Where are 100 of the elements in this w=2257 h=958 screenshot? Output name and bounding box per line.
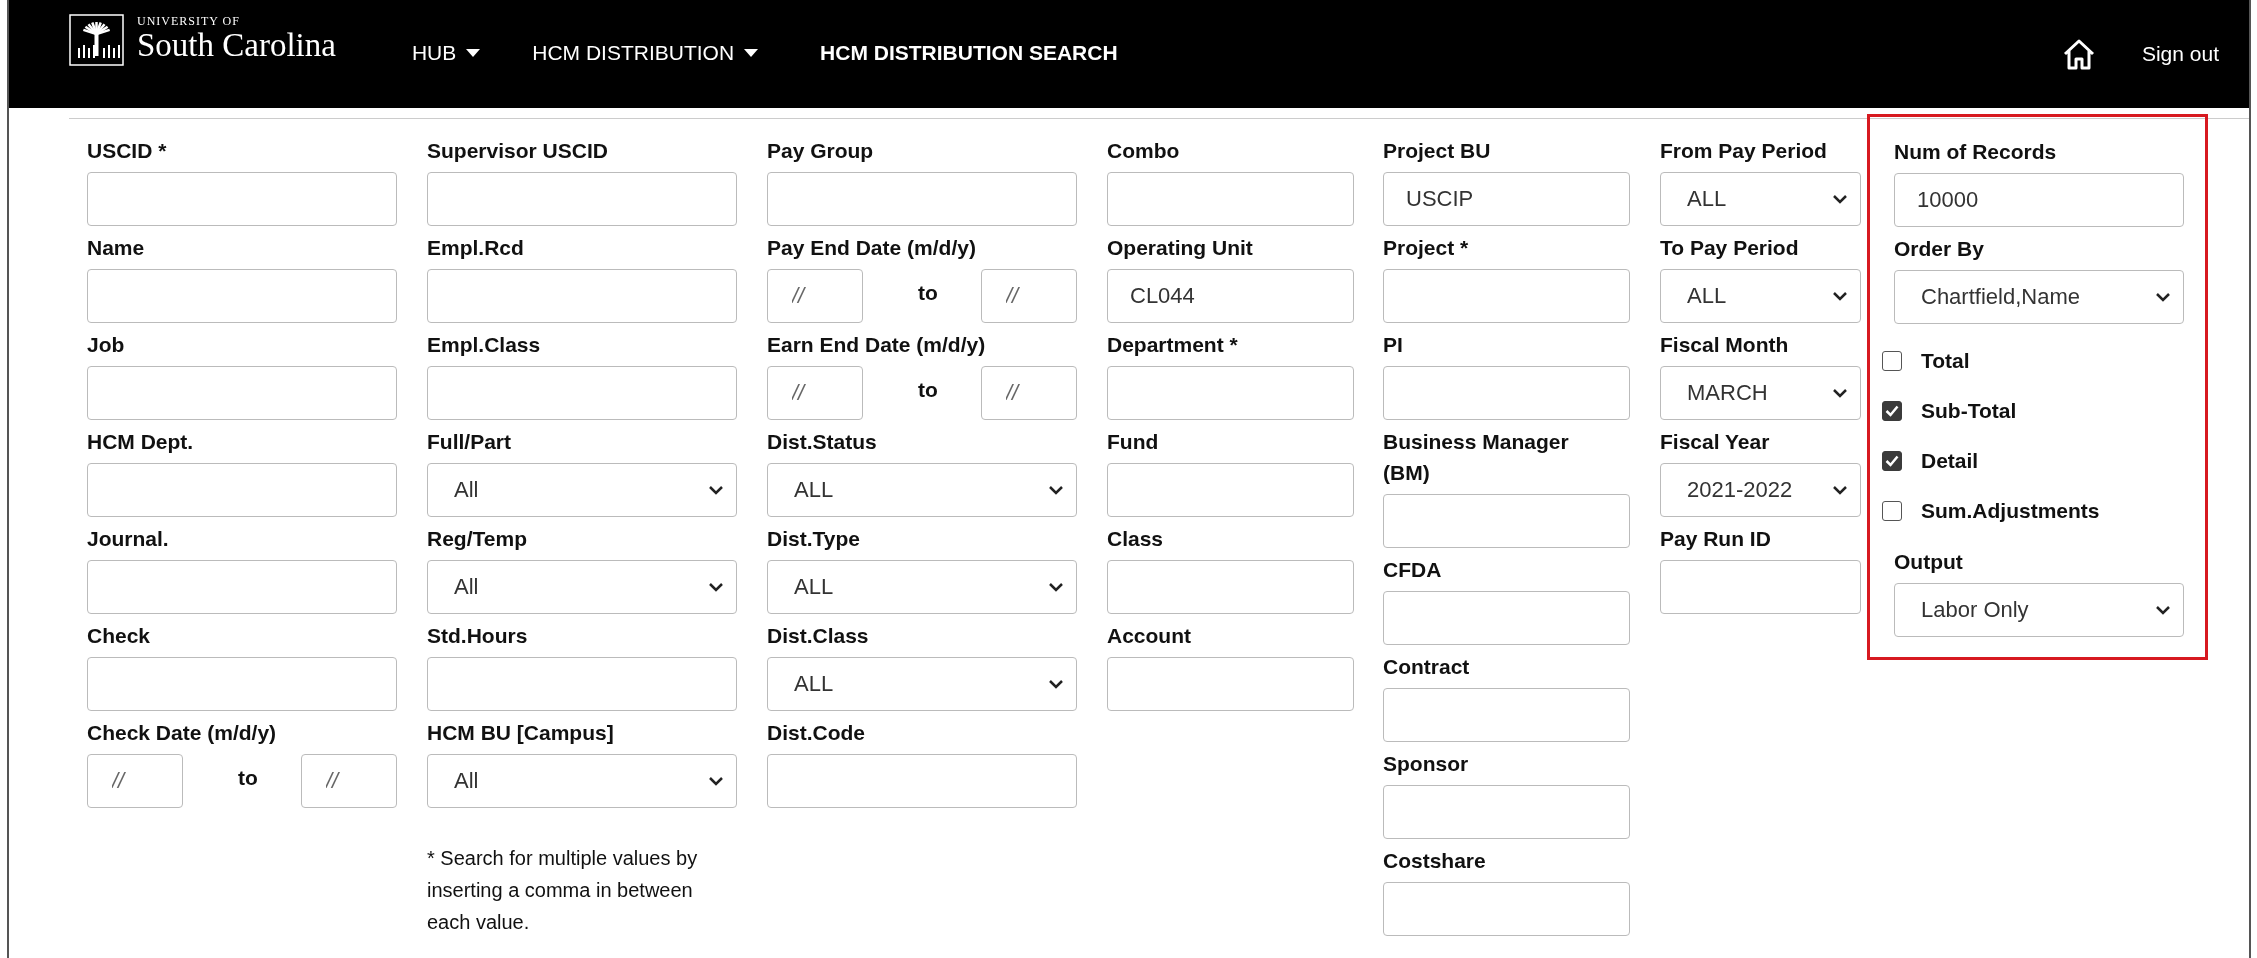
input-field[interactable] xyxy=(1107,366,1354,420)
input-field[interactable] xyxy=(1383,882,1630,936)
caret-icon xyxy=(744,49,759,57)
field-label: Earn End Date (m/d/y) xyxy=(767,332,987,358)
home-icon[interactable] xyxy=(2061,38,2096,70)
help-text: * Search for multiple values by inserting a comma in between each value. xyxy=(427,846,699,935)
field-label: Business Manager (BM) xyxy=(1383,429,1570,486)
range-label: to xyxy=(918,280,938,305)
field-label: Check Date (m/d/y) xyxy=(87,720,278,746)
field-label: Operating Unit xyxy=(1107,235,1254,261)
field-label: Account xyxy=(1107,623,1192,649)
dropdown[interactable]: MARCH xyxy=(1660,366,1861,420)
input-field[interactable] xyxy=(1383,785,1630,839)
field-label: Combo xyxy=(1107,138,1181,164)
dropdown[interactable]: Chartfield,Name xyxy=(1894,270,2184,324)
input-field[interactable]: 10000 xyxy=(1894,173,2184,227)
dropdown[interactable]: All xyxy=(427,463,737,517)
field-label: Empl.Rcd xyxy=(427,235,525,261)
checkbox[interactable] xyxy=(1882,401,1902,421)
input-field[interactable] xyxy=(87,172,397,226)
input-field[interactable]: USCIP xyxy=(1383,172,1630,226)
field-label: Job xyxy=(87,332,126,358)
input-field[interactable] xyxy=(87,463,397,517)
checkbox[interactable] xyxy=(1882,501,1902,521)
checkbox[interactable] xyxy=(1882,351,1902,371)
nav-link[interactable]: HCM DISTRIBUTION SEARCH xyxy=(820,41,1118,65)
input-field[interactable] xyxy=(87,657,397,711)
field-label: CFDA xyxy=(1383,557,1443,583)
logo-text: UNIVERSITY OF xyxy=(137,14,241,28)
field-label: Check xyxy=(87,623,152,649)
chevron-down-icon xyxy=(1832,291,1848,301)
field-label: Class xyxy=(1107,526,1165,552)
field-label: Dist.Code xyxy=(767,720,866,746)
checkbox-label: Sum.Adjustments xyxy=(1921,499,2100,523)
field-label: Project BU xyxy=(1383,138,1492,164)
input-field[interactable] xyxy=(427,657,737,711)
field-label: Pay End Date (m/d/y) xyxy=(767,235,977,261)
input-field[interactable] xyxy=(87,269,397,323)
input-field[interactable] xyxy=(427,172,737,226)
chevron-down-icon xyxy=(1832,485,1848,495)
field-label: To Pay Period xyxy=(1660,235,1800,261)
field-label: Dist.Class xyxy=(767,623,870,649)
check-icon xyxy=(1885,405,1899,417)
input-field[interactable] xyxy=(427,366,737,420)
input-field[interactable] xyxy=(427,269,737,323)
nav-dropdown[interactable]: HUB xyxy=(411,41,481,65)
field-label: Journal. xyxy=(87,526,170,552)
chevron-down-icon xyxy=(2155,605,2171,615)
dropdown[interactable]: ALL xyxy=(767,560,1077,614)
nav-dropdown[interactable]: HCM DISTRIBUTION xyxy=(532,41,759,65)
field-label: Costshare xyxy=(1383,848,1487,874)
chevron-down-icon xyxy=(2155,292,2171,302)
check-icon xyxy=(1885,455,1899,467)
chevron-down-icon xyxy=(1832,194,1848,204)
checkbox[interactable] xyxy=(1882,451,1902,471)
input-field[interactable] xyxy=(767,172,1077,226)
chevron-down-icon xyxy=(1832,388,1848,398)
field-label: Sponsor xyxy=(1383,751,1470,777)
field-label: Pay Group xyxy=(767,138,875,164)
input-field[interactable] xyxy=(1107,463,1354,517)
dropdown[interactable]: ALL xyxy=(767,657,1077,711)
checkbox-label: Detail xyxy=(1921,449,1979,473)
input-field[interactable] xyxy=(87,366,397,420)
field-label: Name xyxy=(87,235,146,261)
input-field[interactable] xyxy=(1107,657,1354,711)
field-label: HCM Dept. xyxy=(87,429,195,455)
field-label: Dist.Type xyxy=(767,526,861,552)
input-field[interactable] xyxy=(1107,560,1354,614)
field-label: Order By xyxy=(1894,236,1985,262)
input-field[interactable] xyxy=(1383,688,1630,742)
dropdown[interactable]: ALL xyxy=(767,463,1077,517)
sign-out-link[interactable]: Sign out xyxy=(2141,42,2219,66)
field-label: From Pay Period xyxy=(1660,138,1828,164)
input-field[interactable] xyxy=(87,560,397,614)
field-label: Supervisor USCID xyxy=(427,138,609,164)
dropdown[interactable]: Labor Only xyxy=(1894,583,2184,637)
field-label: Empl.Class xyxy=(427,332,542,358)
field-label: Reg/Temp xyxy=(427,526,528,552)
dropdown[interactable]: All xyxy=(427,560,737,614)
input-field[interactable]: CL044 xyxy=(1107,269,1354,323)
field-label: Fund xyxy=(1107,429,1160,455)
field-label: HCM BU [Campus] xyxy=(427,720,615,746)
chevron-down-icon xyxy=(708,485,724,495)
range-label: to xyxy=(918,377,938,402)
input-field[interactable] xyxy=(1107,172,1354,226)
field-label: Std.Hours xyxy=(427,623,529,649)
field-label: Contract xyxy=(1383,654,1471,680)
input-field[interactable] xyxy=(1383,494,1630,548)
dropdown[interactable]: 2021-2022 xyxy=(1660,463,1861,517)
input-field[interactable] xyxy=(1383,366,1630,420)
field-label: USCID * xyxy=(87,138,168,164)
dropdown[interactable]: All xyxy=(427,754,737,808)
input-field[interactable] xyxy=(767,754,1077,808)
checkbox-label: Sub-Total xyxy=(1921,399,2017,423)
input-field[interactable] xyxy=(1383,591,1630,645)
dropdown[interactable]: ALL xyxy=(1660,269,1861,323)
input-field[interactable] xyxy=(1660,560,1861,614)
chevron-down-icon xyxy=(1048,679,1064,689)
input-field[interactable] xyxy=(1383,269,1630,323)
dropdown[interactable]: ALL xyxy=(1660,172,1861,226)
